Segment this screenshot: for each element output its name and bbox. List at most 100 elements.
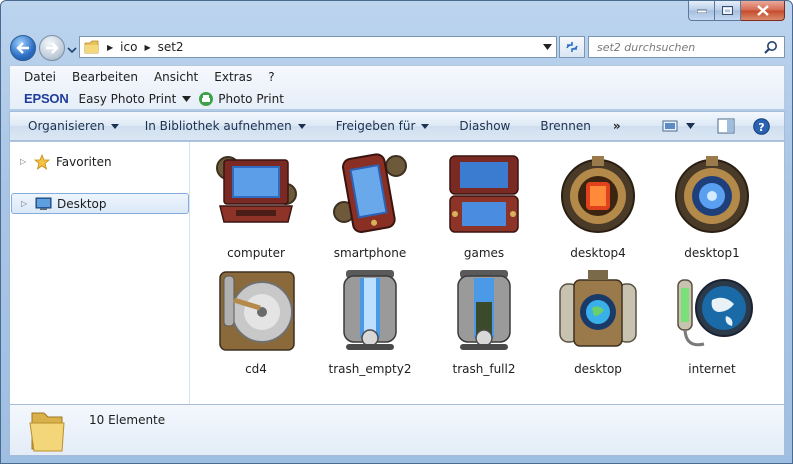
tree-item-desktop[interactable]: ▷ Desktop xyxy=(11,193,189,214)
steampunk-trash-empty-icon xyxy=(343,270,397,350)
maximize-icon xyxy=(722,6,733,15)
back-arrow-icon xyxy=(16,42,29,54)
file-item[interactable]: desktop4 xyxy=(548,150,648,262)
caption-buttons xyxy=(688,1,785,21)
file-item[interactable]: games xyxy=(434,150,534,262)
steampunk-cd-drive-icon xyxy=(219,271,295,351)
epson-logo: EPSON xyxy=(24,91,69,106)
minimize-icon xyxy=(696,9,707,13)
navigation-pane: ▷ Favoriten ▷ Desktop xyxy=(10,142,190,404)
expand-arrow-icon[interactable]: ▷ xyxy=(21,199,31,208)
photo-print-button[interactable]: Photo Print xyxy=(218,92,284,106)
epson-toolbar: EPSON Easy Photo Print Photo Print xyxy=(24,91,284,106)
tree-item-label: Desktop xyxy=(57,196,107,211)
menu-bearbeiten[interactable]: Bearbeiten xyxy=(72,70,138,84)
help-icon[interactable]: ? xyxy=(753,117,770,135)
file-item[interactable]: desktop xyxy=(548,266,648,378)
address-bar[interactable]: ▶ ico ▶ set2 xyxy=(79,36,557,58)
folder-icon xyxy=(84,40,99,54)
share-button[interactable]: Freigeben für xyxy=(336,119,430,133)
file-name: trash_full2 xyxy=(452,362,516,376)
close-button[interactable] xyxy=(741,1,785,21)
preview-pane-icon[interactable] xyxy=(717,118,735,134)
file-name: smartphone xyxy=(333,246,407,260)
file-item[interactable]: computer xyxy=(206,150,306,262)
menu-bar: Datei Bearbeiten Ansicht Extras ? xyxy=(24,70,291,84)
search-icon[interactable] xyxy=(764,40,778,54)
close-icon xyxy=(756,5,769,16)
burn-button[interactable]: Brennen xyxy=(540,119,590,133)
file-item[interactable]: trash_full2 xyxy=(434,266,534,378)
breadcrumb-label[interactable]: ico xyxy=(120,40,137,54)
steampunk-handheld-console-icon xyxy=(449,155,519,233)
menu-datei[interactable]: Datei xyxy=(24,70,56,84)
slideshow-button[interactable]: Diashow xyxy=(459,119,510,133)
steampunk-globe-lamp-icon xyxy=(677,279,753,347)
folder-icon xyxy=(29,412,65,452)
svg-text:?: ? xyxy=(758,121,764,134)
add-to-library-label: In Bibliothek aufnehmen xyxy=(144,119,292,133)
search-input[interactable] xyxy=(597,40,757,54)
chevron-down-icon xyxy=(67,47,77,54)
breadcrumb-separator-icon[interactable]: ▶ xyxy=(144,43,150,52)
refresh-icon xyxy=(566,42,578,52)
command-bar: Organisieren In Bibliothek aufnehmen Fre… xyxy=(9,111,785,141)
chevron-down-icon xyxy=(542,44,552,50)
star-icon xyxy=(34,153,50,170)
item-count: 10 Elemente xyxy=(89,413,166,427)
recent-pages-dropdown[interactable] xyxy=(67,44,77,54)
menu-ansicht[interactable]: Ansicht xyxy=(154,70,198,84)
steampunk-smartphone-icon xyxy=(333,153,407,234)
photo-print-icon xyxy=(199,91,214,106)
file-item[interactable]: trash_empty2 xyxy=(320,266,420,378)
chevron-down-icon xyxy=(297,123,306,129)
easy-photo-print-button[interactable]: Easy Photo Print xyxy=(79,92,177,106)
breadcrumb-ico[interactable]: ico xyxy=(120,40,137,54)
file-name: desktop1 xyxy=(684,246,740,260)
organize-label: Organisieren xyxy=(28,119,105,133)
expand-arrow-icon[interactable]: ▷ xyxy=(20,157,30,166)
more-commands-button[interactable]: » xyxy=(613,119,621,133)
steampunk-laptop-icon xyxy=(216,156,297,223)
menu-help[interactable]: ? xyxy=(268,70,274,84)
address-history-dropdown[interactable] xyxy=(537,36,557,58)
steampunk-reactor-red-icon xyxy=(561,156,635,233)
chevron-down-icon[interactable] xyxy=(686,123,695,129)
file-name: games xyxy=(463,246,505,260)
file-name: trash_empty2 xyxy=(328,362,412,376)
chevron-down-icon[interactable] xyxy=(182,95,192,102)
minimize-button[interactable] xyxy=(688,1,715,21)
steampunk-trash-full-icon xyxy=(457,270,511,350)
add-to-library-button[interactable]: In Bibliothek aufnehmen xyxy=(145,119,306,133)
file-item[interactable]: smartphone xyxy=(320,150,420,262)
file-item[interactable]: cd4 xyxy=(206,266,306,378)
steampunk-globe-capsule-icon xyxy=(559,270,637,347)
change-view-icon[interactable] xyxy=(662,119,678,133)
burn-label: Brennen xyxy=(540,119,591,133)
file-name: computer xyxy=(227,246,285,260)
back-button[interactable] xyxy=(10,35,36,61)
breadcrumb-separator-icon[interactable]: ▶ xyxy=(107,43,113,52)
tree-item-favorites[interactable]: ▷ Favoriten xyxy=(11,151,189,172)
tree-item-label: Favoriten xyxy=(56,154,112,169)
file-name: cd4 xyxy=(245,362,267,376)
share-label: Freigeben für xyxy=(335,119,416,133)
file-name: desktop4 xyxy=(570,246,626,260)
refresh-button[interactable] xyxy=(559,36,585,58)
slideshow-label: Diashow xyxy=(459,119,511,133)
menu-extras[interactable]: Extras xyxy=(214,70,252,84)
breadcrumb-set2[interactable]: ▶ set2 xyxy=(144,40,183,54)
file-item[interactable]: internet xyxy=(662,266,762,378)
breadcrumb-label[interactable]: set2 xyxy=(158,40,184,54)
file-item[interactable]: desktop1 xyxy=(662,150,762,262)
search-box[interactable] xyxy=(588,36,785,58)
forward-button[interactable] xyxy=(39,35,65,61)
file-list: computer smartphone games desktop4 deskt… xyxy=(192,142,784,404)
chevron-down-icon xyxy=(421,123,430,129)
maximize-button[interactable] xyxy=(715,1,741,21)
organize-button[interactable]: Organisieren xyxy=(28,119,119,133)
breadcrumb-root[interactable]: ▶ xyxy=(107,43,120,52)
file-name: desktop xyxy=(574,362,622,376)
chevron-down-icon xyxy=(110,123,119,129)
explorer-window: ▶ ico ▶ set2 Datei Bearbeiten Ansicht Ex… xyxy=(0,0,793,464)
